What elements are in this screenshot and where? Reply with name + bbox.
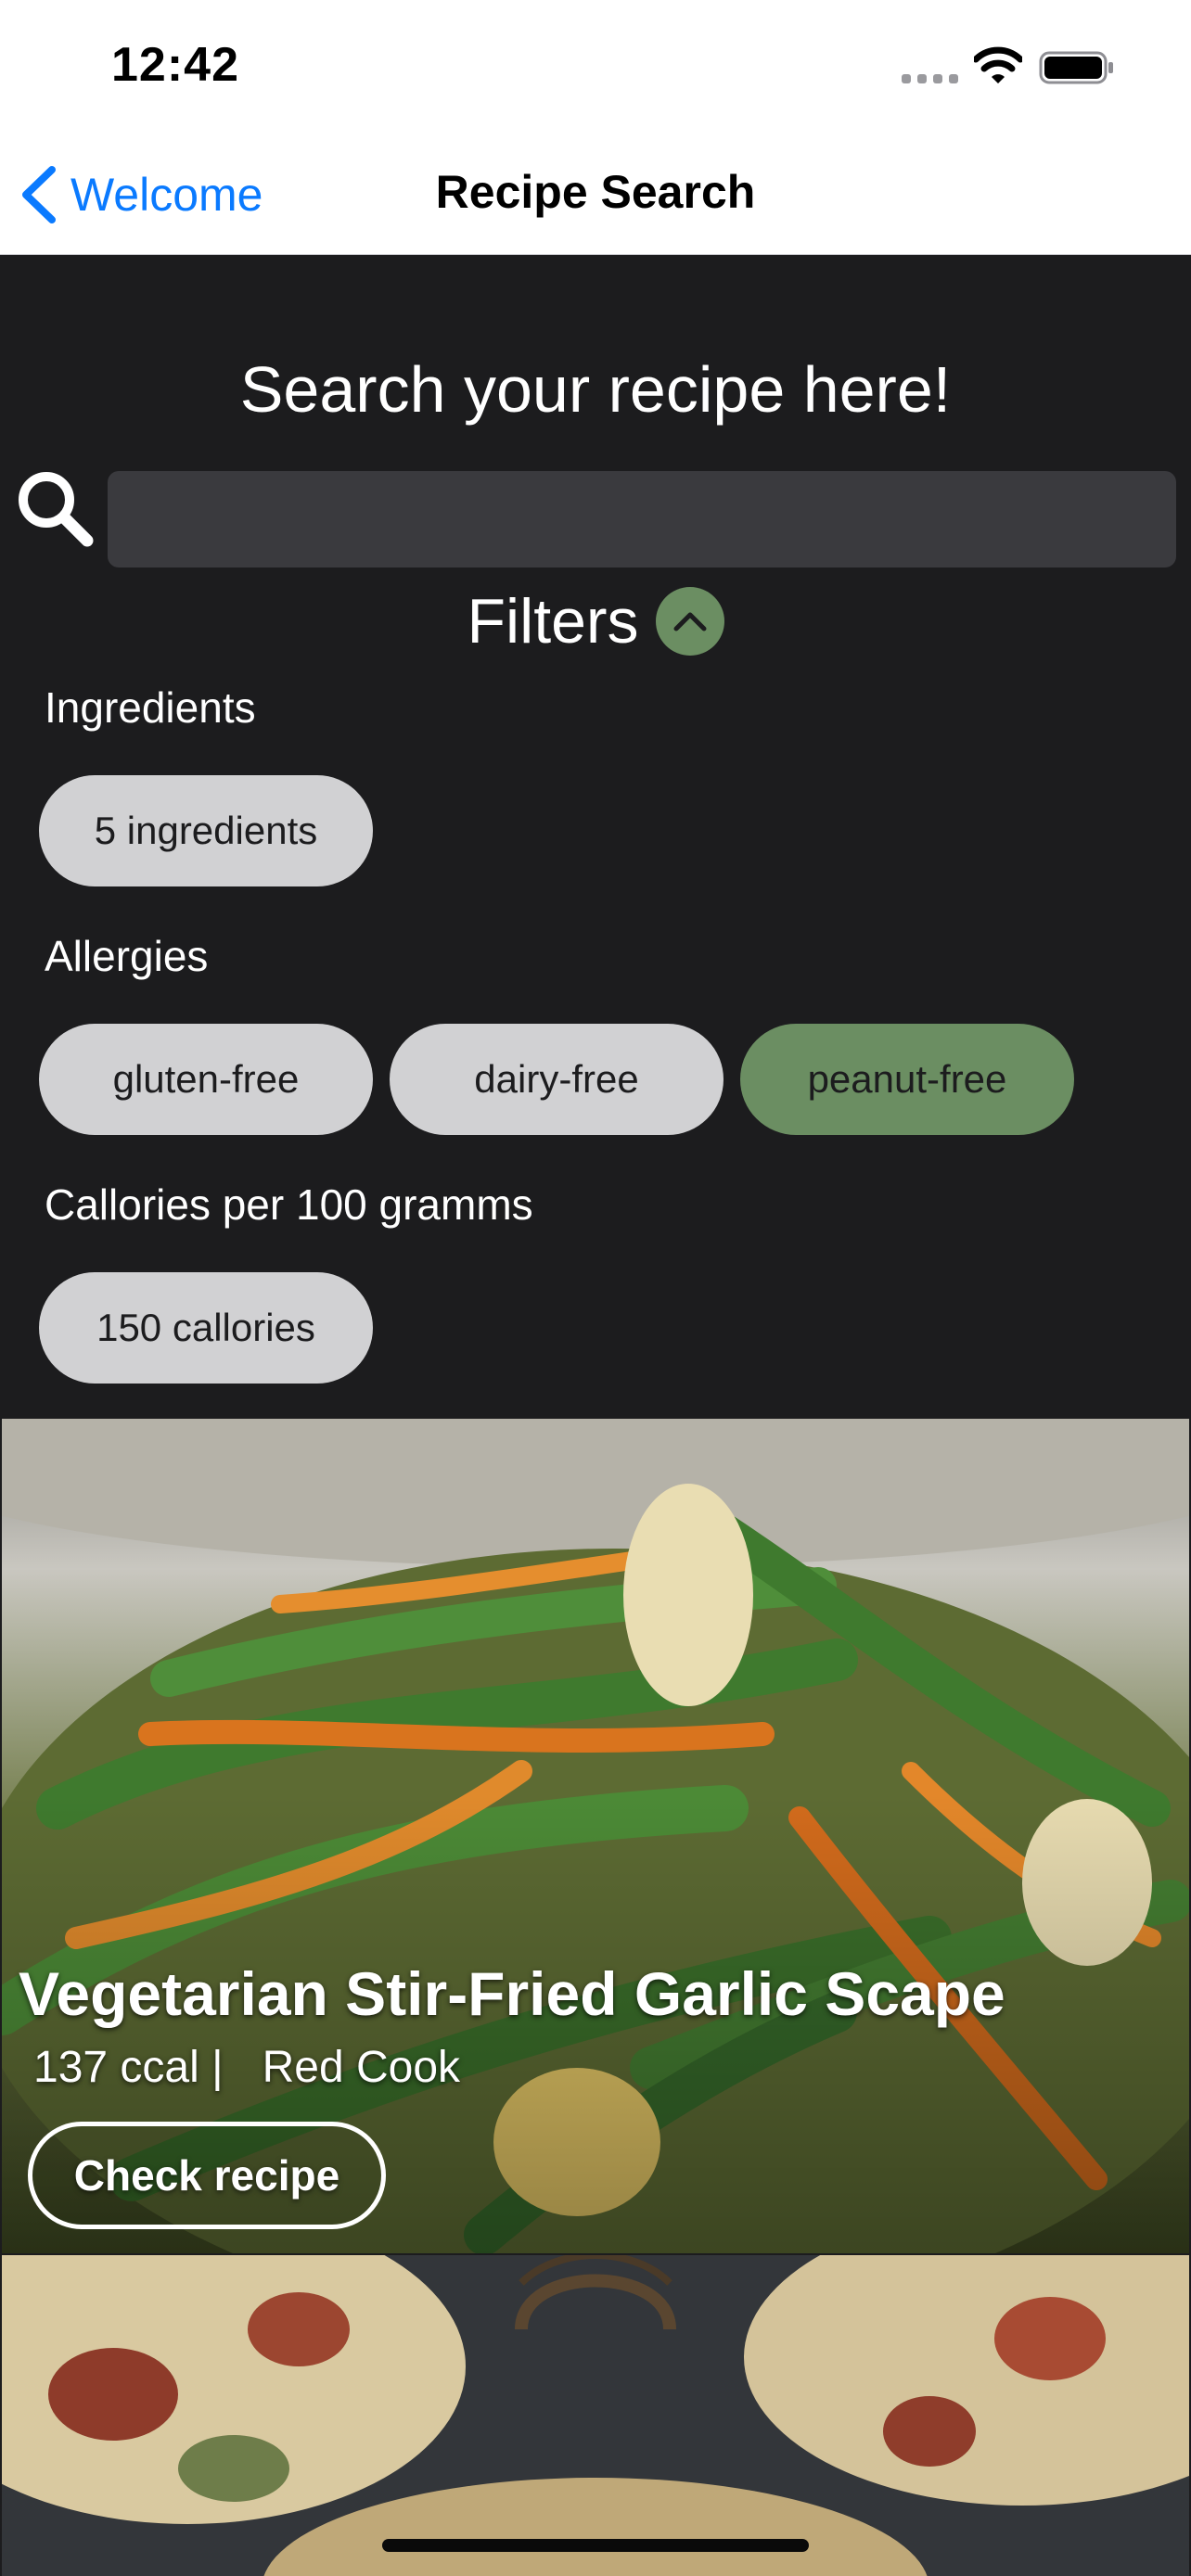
search-input[interactable] (108, 471, 1176, 567)
home-indicator (382, 2539, 809, 2552)
chip-5-ingredients[interactable]: 5 ingredients (39, 775, 373, 886)
navigation-bar: Welcome Recipe Search (0, 139, 1191, 255)
allergies-label: Allergies (45, 932, 209, 980)
status-bar: 12:42 (0, 0, 1191, 139)
filters-toggle-button[interactable] (655, 587, 724, 656)
chip-peanut-free[interactable]: peanut-free (740, 1024, 1074, 1135)
recipe-calories: 137 ccal | (33, 2043, 224, 2092)
recipe-card[interactable]: Vegetarian Stir-Fried Garlic Scape 137 c… (2, 1419, 1189, 2253)
filters-label: Filters (467, 586, 639, 657)
page-title: Recipe Search (435, 166, 756, 218)
cellular-signal-icon (902, 74, 958, 83)
wifi-icon (974, 46, 1022, 83)
ingredients-label: Ingredients (45, 683, 256, 732)
chevron-up-icon (673, 612, 707, 631)
recipe-image (2, 2255, 1189, 2576)
chip-gluten-free[interactable]: gluten-free (39, 1024, 373, 1135)
battery-icon (1039, 51, 1113, 84)
calories-label: Callories per 100 gramms (45, 1180, 533, 1229)
search-icon (19, 472, 94, 547)
search-heading: Search your recipe here! (239, 353, 952, 426)
chip-dairy-free[interactable]: dairy-free (390, 1024, 724, 1135)
check-recipe-button[interactable]: Check recipe (28, 2122, 386, 2229)
recipe-source: Red Cook (262, 2043, 461, 2092)
filters-header: Filters (0, 582, 1191, 660)
recipe-title: Vegetarian Stir-Fried Garlic Scape (19, 1959, 1005, 2028)
chip-150-calories[interactable]: 150 callories (39, 1272, 373, 1384)
status-time: 12:42 (111, 38, 239, 92)
recipe-card[interactable] (2, 2255, 1189, 2576)
recipe-meta: 137 ccal | Red Cook (33, 2042, 460, 2093)
